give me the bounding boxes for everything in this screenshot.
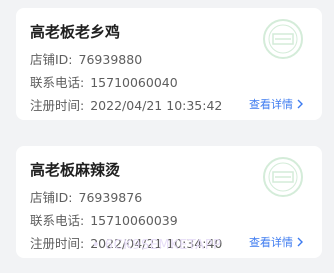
register-time-label: 注册时间:: [30, 236, 85, 251]
store-name: 高老板麻辣烫: [30, 161, 121, 179]
chevron-right-icon[interactable]: [296, 99, 304, 109]
store-stamp-icon: [263, 19, 303, 59]
view-details-link[interactable]: 查看详情: [249, 96, 304, 112]
store-id-value: 76939876: [78, 190, 143, 205]
store-card[interactable]: 高老板老乡鸡 店铺ID: 76939880 联系电话: 15710060040 注册…: [16, 8, 322, 120]
phone-label: 联系电话:: [30, 75, 85, 90]
store-name: 高老板老乡鸡: [30, 23, 121, 41]
store-id-value: 76939880: [78, 52, 143, 67]
register-time-label: 注册时间:: [30, 98, 85, 113]
register-time-row: 注册时间: 2022/04/21 10:35:42: [30, 95, 222, 114]
register-time-value: 2022/04/21 10:35:42: [90, 98, 223, 113]
store-id-row: 店铺ID: 76939876: [30, 187, 142, 206]
store-id-row: 店铺ID: 76939880: [30, 49, 142, 68]
phone-label: 联系电话:: [30, 213, 85, 228]
store-id-label: 店铺ID:: [30, 52, 73, 67]
chevron-right-icon[interactable]: [296, 237, 304, 247]
phone-row: 联系电话: 15710060040: [30, 72, 178, 91]
phone-value: 15710060040: [90, 75, 178, 90]
watermark: • 6CK9SEMKETAPP: [92, 238, 222, 253]
phone-row: 联系电话: 15710060039: [30, 210, 178, 229]
store-id-label: 店铺ID:: [30, 190, 73, 205]
view-details-link[interactable]: 查看详情: [249, 234, 304, 250]
view-details-label[interactable]: 查看详情: [249, 96, 293, 112]
store-stamp-icon: [263, 157, 303, 197]
phone-value: 15710060039: [90, 213, 178, 228]
view-details-label[interactable]: 查看详情: [249, 234, 293, 250]
